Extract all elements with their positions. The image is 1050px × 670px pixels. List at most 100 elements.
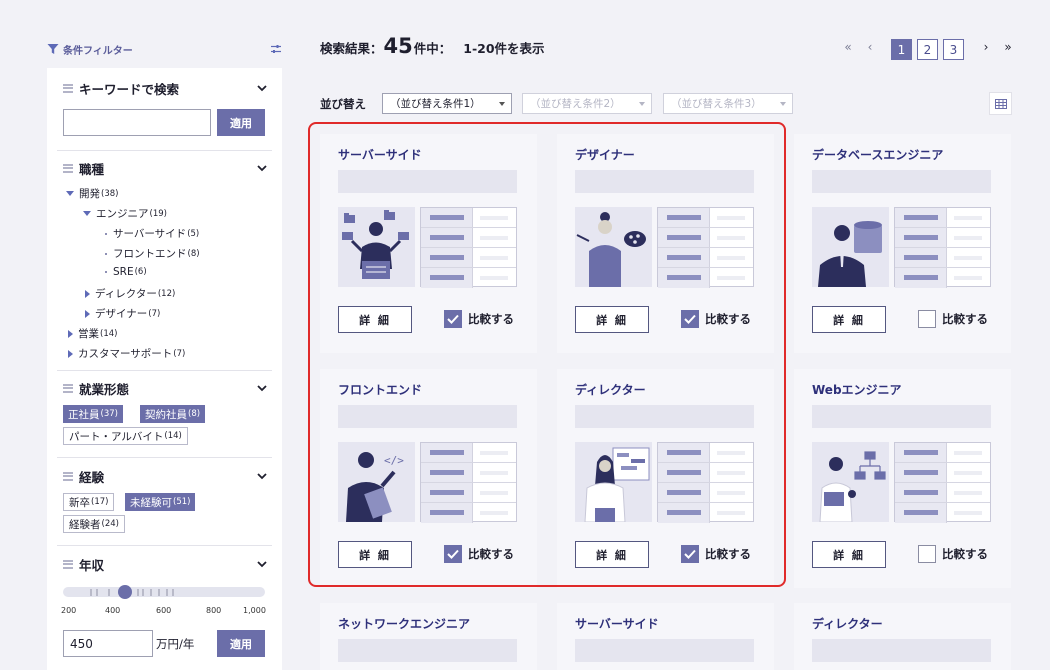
prev-page-icon[interactable]: ‹ <box>864 40 876 54</box>
compare-checkbox[interactable]: 比較する <box>681 545 751 563</box>
info-row <box>895 503 990 523</box>
dropdown-arrow-icon <box>499 102 505 106</box>
detail-button[interactable]: 詳 細 <box>812 306 886 333</box>
tree-item-count: (5) <box>187 228 200 239</box>
tree-item-count: (7) <box>173 348 186 359</box>
tree-item-sre[interactable]: SRE (6) <box>105 266 147 278</box>
checkbox-checked-icon <box>444 310 462 328</box>
detail-button[interactable]: 詳 細 <box>812 541 886 568</box>
income-section-title: 年収 <box>79 557 105 573</box>
tag-new-graduate[interactable]: 新卒 (17) <box>63 493 115 511</box>
job-card[interactable]: ディレクター 詳 細 比較する <box>557 369 774 588</box>
income-slider-track[interactable] <box>63 587 265 597</box>
keyword-section-title: キーワードで検索 <box>79 81 180 97</box>
settings-sliders-icon[interactable] <box>270 43 282 55</box>
tag-count: (8) <box>188 409 201 419</box>
job-card[interactable]: ディレクター <box>794 603 1011 670</box>
tree-item-director[interactable]: ディレクター (12) <box>85 286 175 301</box>
tree-item-designer[interactable]: デザイナー (7) <box>85 306 160 321</box>
page-2-button[interactable]: 2 <box>917 39 938 60</box>
tree-item-label: SRE <box>113 266 134 278</box>
tag-part-time[interactable]: パート・アルバイト (14) <box>63 427 188 445</box>
job-card[interactable]: デザイナー 詳 細 比較する <box>557 134 774 353</box>
income-slider-knob[interactable] <box>118 585 132 599</box>
compare-label: 比較する <box>942 547 988 561</box>
info-row <box>658 463 753 483</box>
job-card[interactable]: ネットワークエンジニア <box>320 603 537 670</box>
job-card-title: フロントエンド <box>338 383 423 397</box>
detail-button[interactable]: 詳 細 <box>575 541 649 568</box>
job-card[interactable]: Webエンジニア 詳 細 比較する <box>794 369 1011 588</box>
tag-count: (37) <box>100 409 118 419</box>
tag-no-experience-ok[interactable]: 未経験可 (51) <box>125 493 196 511</box>
result-summary: 検索結果： 45 件中： 1-20件を表示 <box>320 34 545 60</box>
income-apply-button[interactable]: 適用 <box>217 630 265 657</box>
grid-view-button[interactable] <box>989 92 1012 115</box>
info-row <box>421 483 516 503</box>
compare-checkbox[interactable]: 比較する <box>444 310 514 328</box>
checkbox-checked-icon <box>681 545 699 563</box>
tree-item-engineer[interactable]: エンジニア (19) <box>83 206 167 221</box>
info-row <box>895 483 990 503</box>
job-card[interactable]: サーバーサイド <box>557 603 774 670</box>
tree-item-development[interactable]: 開発 (38) <box>66 186 118 201</box>
chevron-down-icon[interactable] <box>256 382 268 394</box>
slider-tick <box>96 589 98 596</box>
next-page-icon[interactable]: › <box>980 40 992 54</box>
tag-contract[interactable]: 契約社員 (8) <box>140 405 206 423</box>
info-row <box>421 268 516 288</box>
detail-button[interactable]: 詳 細 <box>575 306 649 333</box>
keyword-apply-button[interactable]: 適用 <box>217 109 265 136</box>
database-engineer-illustration <box>812 207 889 287</box>
experience-section-title: 経験 <box>79 469 105 485</box>
tree-item-customer-support[interactable]: カスタマーサポート (7) <box>68 346 185 361</box>
chevron-down-icon[interactable] <box>256 470 268 482</box>
keyword-input[interactable] <box>63 109 211 136</box>
bullet-icon <box>105 271 107 273</box>
info-row <box>658 443 753 463</box>
chevron-down-icon[interactable] <box>256 162 268 174</box>
job-card[interactable]: フロントエンド </> 詳 細 比較する <box>320 369 537 588</box>
employment-section: 就業形態 正社員 (37) 契約社員 (8) パート・アルバイト (14) <box>47 370 282 457</box>
sort-select-3[interactable]: （並び替え条件3） <box>663 93 793 114</box>
dropdown-arrow-icon <box>639 102 645 106</box>
tag-experienced[interactable]: 経験者 (24) <box>63 515 125 533</box>
tree-item-frontend[interactable]: フロントエンド (8) <box>105 246 200 261</box>
caret-down-icon <box>66 191 74 196</box>
tree-item-label: サーバーサイド <box>113 228 187 240</box>
info-table <box>420 207 517 288</box>
tag-label: 経験者 <box>69 518 101 531</box>
tree-item-count: (14) <box>100 328 118 339</box>
detail-button[interactable]: 詳 細 <box>338 541 412 568</box>
compare-checkbox[interactable]: 比較する <box>918 310 988 328</box>
tree-item-label: ディレクター <box>95 288 157 300</box>
tree-item-sales[interactable]: 営業 (14) <box>68 326 117 341</box>
employment-section-header[interactable]: 就業形態 <box>63 378 268 398</box>
last-page-icon[interactable]: » <box>1002 40 1014 54</box>
experience-section-header[interactable]: 経験 <box>63 466 268 486</box>
job-card[interactable]: データベースエンジニア 詳 細 比較する <box>794 134 1011 353</box>
keyword-section-header[interactable]: キーワードで検索 <box>63 78 268 98</box>
compare-checkbox[interactable]: 比較する <box>681 310 751 328</box>
page-3-button[interactable]: 3 <box>943 39 964 60</box>
detail-button[interactable]: 詳 細 <box>338 306 412 333</box>
sort-select-1[interactable]: （並び替え条件1） <box>382 93 512 114</box>
page-1-button[interactable]: 1 <box>891 39 912 60</box>
first-page-icon[interactable]: « <box>842 40 854 54</box>
compare-checkbox[interactable]: 比較する <box>918 545 988 563</box>
sort-select-2[interactable]: （並び替え条件2） <box>522 93 652 114</box>
employment-section-title: 就業形態 <box>79 381 130 397</box>
job-card[interactable]: サーバーサイド 詳 細 比較する <box>320 134 537 353</box>
tree-item-server-side[interactable]: サーバーサイド (5) <box>105 226 199 241</box>
chevron-down-icon[interactable] <box>256 82 268 94</box>
income-section-header[interactable]: 年収 <box>63 554 268 574</box>
tag-full-time[interactable]: 正社員 (37) <box>63 405 123 423</box>
job-type-section-header[interactable]: 職種 <box>63 158 268 178</box>
income-input[interactable]: 450 <box>63 630 153 657</box>
job-card-title: サーバーサイド <box>338 148 422 162</box>
filter-header: 条件フィルター <box>47 40 282 58</box>
chevron-down-icon[interactable] <box>256 558 268 570</box>
compare-checkbox[interactable]: 比較する <box>444 545 514 563</box>
checkbox-empty-icon <box>918 310 936 328</box>
tree-item-count: (8) <box>187 248 200 259</box>
